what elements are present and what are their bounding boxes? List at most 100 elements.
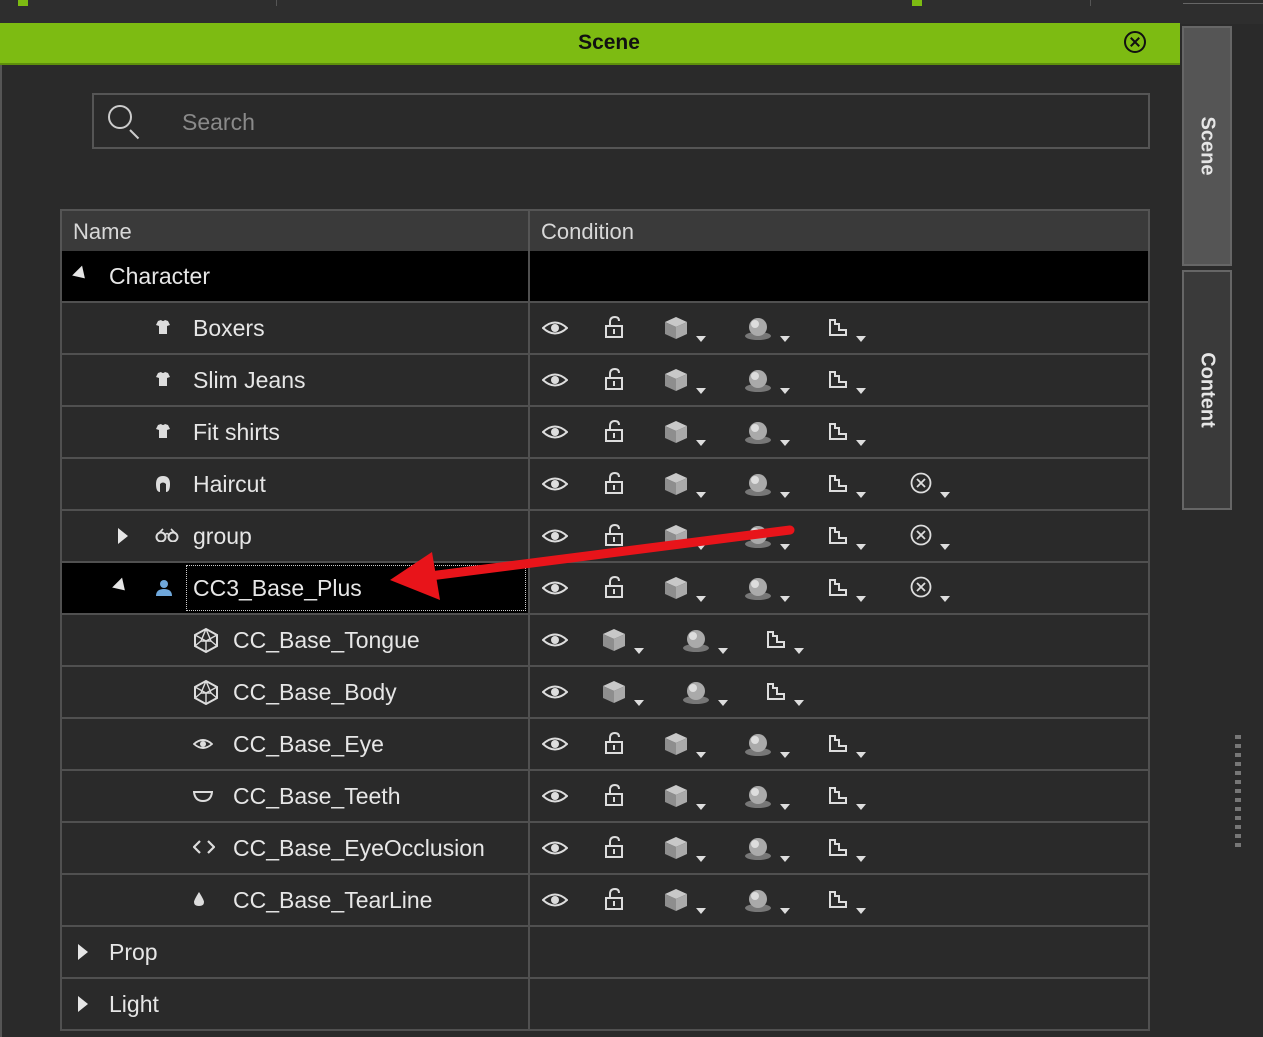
dropdown-caret-icon[interactable] [780,544,790,550]
dropdown-caret-icon[interactable] [856,908,866,914]
column-header-name[interactable]: Name [73,211,132,253]
eye-icon[interactable] [541,840,569,861]
uv-icon[interactable] [828,787,848,810]
resize-grip[interactable] [1235,735,1241,847]
lock-icon[interactable] [604,367,624,395]
dropdown-caret-icon[interactable] [856,440,866,446]
dropdown-caret-icon[interactable] [856,856,866,862]
dropdown-caret-icon[interactable] [780,388,790,394]
lock-icon[interactable] [604,523,624,551]
cube-icon[interactable] [602,680,626,709]
dropdown-caret-icon[interactable] [780,856,790,862]
dropdown-caret-icon[interactable] [856,336,866,342]
lock-icon[interactable] [604,315,624,343]
dropdown-caret-icon[interactable] [780,440,790,446]
dropdown-caret-icon[interactable] [794,648,804,654]
sphere-icon[interactable] [744,836,772,865]
eye-icon[interactable] [541,788,569,809]
uv-icon[interactable] [766,683,786,706]
expand-toggle-icon[interactable] [78,944,88,960]
dropdown-caret-icon[interactable] [794,700,804,706]
column-divider[interactable] [528,211,530,253]
cube-icon[interactable] [602,628,626,657]
tree-row[interactable]: CC3_Base_Plus [60,563,1150,615]
uv-icon[interactable] [828,319,848,342]
dropdown-caret-icon[interactable] [856,596,866,602]
uv-icon[interactable] [828,579,848,602]
sphere-icon[interactable] [744,472,772,501]
dropdown-caret-icon[interactable] [696,752,706,758]
sphere-icon[interactable] [744,524,772,553]
tree-row[interactable]: Fit shirts [60,407,1150,459]
category-row[interactable]: Prop [60,927,1150,979]
cube-icon[interactable] [664,784,688,813]
tree-row[interactable]: CC_Base_Eye [60,719,1150,771]
uv-icon[interactable] [828,839,848,862]
tab-content[interactable]: Content [1182,270,1232,510]
expand-toggle-icon[interactable] [78,996,88,1012]
uv-icon[interactable] [766,631,786,654]
eye-icon[interactable] [541,684,569,705]
uv-icon[interactable] [828,527,848,550]
sphere-icon[interactable] [744,784,772,813]
eye-icon[interactable] [541,320,569,341]
dropdown-caret-icon[interactable] [940,492,950,498]
column-header-condition[interactable]: Condition [541,211,634,253]
uv-icon[interactable] [828,371,848,394]
cube-icon[interactable] [664,732,688,761]
close-icon[interactable] [1124,31,1146,53]
expand-toggle-icon[interactable] [118,528,128,544]
dropdown-caret-icon[interactable] [780,804,790,810]
xcircle-icon[interactable] [910,524,932,551]
dropdown-caret-icon[interactable] [718,700,728,706]
eye-icon[interactable] [541,372,569,393]
lock-icon[interactable] [604,471,624,499]
lock-icon[interactable] [604,783,624,811]
sphere-icon[interactable] [744,316,772,345]
dropdown-caret-icon[interactable] [696,908,706,914]
dropdown-caret-icon[interactable] [856,492,866,498]
dropdown-caret-icon[interactable] [856,804,866,810]
collapse-toggle-icon[interactable] [72,265,90,284]
tree-row[interactable]: Haircut [60,459,1150,511]
tree-row[interactable]: CC_Base_Teeth [60,771,1150,823]
eye-icon[interactable] [541,580,569,601]
dropdown-caret-icon[interactable] [696,596,706,602]
sphere-icon[interactable] [682,680,710,709]
tree-row[interactable]: CC_Base_Tongue [60,615,1150,667]
eye-icon[interactable] [541,528,569,549]
cube-icon[interactable] [664,524,688,553]
category-row[interactable]: Light [60,979,1150,1031]
dropdown-caret-icon[interactable] [718,648,728,654]
cube-icon[interactable] [664,888,688,917]
uv-icon[interactable] [828,423,848,446]
cube-icon[interactable] [664,576,688,605]
sphere-icon[interactable] [682,628,710,657]
dropdown-caret-icon[interactable] [780,336,790,342]
cube-icon[interactable] [664,836,688,865]
dropdown-caret-icon[interactable] [780,908,790,914]
tree-row[interactable]: CC_Base_Body [60,667,1150,719]
cube-icon[interactable] [664,368,688,397]
uv-icon[interactable] [828,735,848,758]
tree-row[interactable]: Boxers [60,303,1150,355]
sphere-icon[interactable] [744,368,772,397]
xcircle-icon[interactable] [910,472,932,499]
eye-icon[interactable] [541,476,569,497]
dropdown-caret-icon[interactable] [856,752,866,758]
dropdown-caret-icon[interactable] [634,700,644,706]
sphere-icon[interactable] [744,888,772,917]
uv-icon[interactable] [828,475,848,498]
dropdown-caret-icon[interactable] [780,596,790,602]
category-row[interactable]: Character [60,251,1150,303]
tree-row[interactable]: CC_Base_EyeOcclusion [60,823,1150,875]
dropdown-caret-icon[interactable] [696,440,706,446]
dropdown-caret-icon[interactable] [940,596,950,602]
lock-icon[interactable] [604,835,624,863]
cube-icon[interactable] [664,420,688,449]
dropdown-caret-icon[interactable] [696,388,706,394]
tree-row[interactable]: Slim Jeans [60,355,1150,407]
search-box[interactable] [92,93,1150,149]
dropdown-caret-icon[interactable] [696,336,706,342]
dropdown-caret-icon[interactable] [856,544,866,550]
